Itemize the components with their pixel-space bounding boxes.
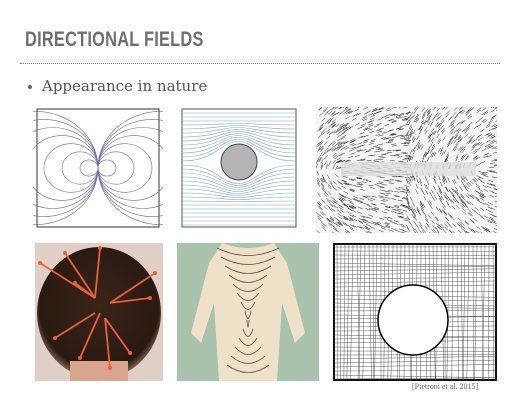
- magnet-iron-filings: [316, 107, 497, 233]
- dipole-vector-field-plot: [33, 108, 163, 228]
- quad-mesh-around-hole: [333, 243, 497, 381]
- flow-around-cylinder-streamlines: [181, 108, 297, 228]
- bullet-icon: [28, 85, 32, 89]
- bullet-text: Appearance in nature: [42, 77, 208, 95]
- hair-whorl-photo: [35, 243, 163, 381]
- bullet-item: Appearance in nature: [28, 77, 207, 95]
- title-divider: [20, 63, 500, 64]
- slide-title: DIRECTIONAL FIELDS: [25, 28, 204, 51]
- body-hair-direction-drawing: [177, 243, 319, 381]
- citation: [Pietroni et al. 2015]: [412, 382, 479, 391]
